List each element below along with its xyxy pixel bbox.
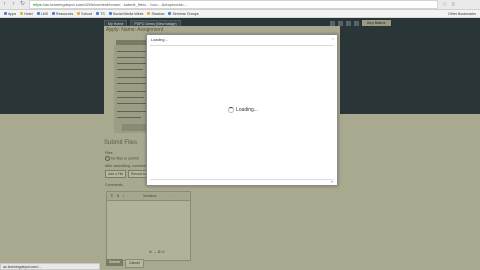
bookmark-item[interactable]: Apps [4, 12, 16, 16]
bookmark-label: Shadow [151, 11, 165, 16]
divider [150, 45, 334, 46]
url-path: ac.learningdepot.com/d2l/le/content/home… [45, 2, 188, 7]
more-icon[interactable]: … [169, 194, 173, 198]
bookmark-label: TS [100, 11, 105, 16]
star-icon[interactable]: ☆ [442, 1, 447, 8]
menu-icon[interactable]: ≡ [451, 2, 455, 8]
dialog-title: Loading... [151, 38, 168, 42]
bookmark-item[interactable]: LMS [36, 11, 48, 16]
url-scheme: https:// [33, 2, 46, 7]
text-line [117, 57, 145, 59]
reload-icon[interactable]: ↻ [18, 0, 27, 9]
bookmark-label: Social Media Week [112, 11, 144, 16]
paragraph-icon[interactable]: ¶ [111, 194, 113, 198]
add-file-button[interactable]: Add a File [105, 170, 127, 178]
loading-text: Loading... [236, 107, 258, 113]
chat-icon[interactable] [346, 20, 351, 26]
submit-button[interactable]: Submit [106, 259, 123, 266]
mail-icon[interactable] [338, 20, 343, 26]
text-line [117, 91, 149, 93]
bookmark-icon [77, 12, 81, 15]
bookmark-item[interactable]: Social Media Week [108, 11, 144, 16]
grid-icon[interactable] [330, 20, 335, 26]
bookmark-label: Seminar Groups [172, 11, 199, 16]
other-bookmarks[interactable]: Other Bookmarks [448, 12, 476, 16]
bookmark-label: Apps [8, 11, 17, 16]
bookmark-icon [4, 12, 7, 15]
bookmark-item[interactable]: Resources [51, 11, 74, 16]
back-icon[interactable]: ‹ [0, 0, 9, 9]
comments-label: Comments [105, 183, 123, 187]
bold-icon[interactable]: B [117, 194, 119, 198]
bookmark-icon [96, 12, 100, 15]
browser-status-bar: ac.learningdepot.com/... [0, 263, 100, 270]
editor-status: ⊕ ↔ ⊠ ⊡ [149, 250, 165, 254]
comments-notice: After submitting, comments [105, 164, 149, 168]
text-line [117, 97, 144, 99]
bookmark-label: Hotel [24, 11, 33, 16]
bell-icon[interactable] [354, 20, 359, 26]
bookmark-item[interactable]: School [77, 12, 92, 16]
text-line [117, 111, 147, 113]
bookmarks-bar: Apps Hotel LMS Resources School TS Social Medi… [0, 10, 480, 18]
italic-icon[interactable]: I [123, 194, 124, 198]
close-icon[interactable]: × [332, 36, 334, 41]
address-bar[interactable]: https://ac.learningdepot.com/d2l/le/cont… [29, 0, 438, 9]
bookmark-item[interactable]: Shadow [147, 12, 164, 16]
text-line [117, 117, 141, 119]
bookmark-item[interactable]: Hotel [20, 11, 33, 16]
divider [150, 179, 334, 180]
forward-icon[interactable]: › [9, 0, 18, 9]
bookmark-icon [20, 12, 24, 15]
bookmark-label: Resources [55, 11, 74, 16]
submit-files-title: Submit Files [104, 140, 138, 146]
bookmark-icon [36, 12, 40, 15]
checkbox-icon [105, 156, 110, 161]
comments-editor[interactable]: ¶ B I Verdana … ⊕ ↔ ⊠ ⊡ [106, 191, 191, 261]
spinner-icon [228, 107, 234, 113]
browser-toolbar: ‹ › ↻ https://ac.learningdepot.com/d2l/l… [0, 0, 480, 10]
bookmark-icon [147, 12, 151, 15]
cancel-button[interactable]: Cancel [125, 259, 144, 268]
files-label: Files [105, 151, 113, 155]
text-line [117, 69, 143, 71]
no-files-text: No files to submit [105, 156, 139, 161]
editor-toolbar: ¶ B I Verdana … [107, 192, 190, 201]
text-line [117, 51, 147, 53]
page-title: Apply: Name: Assignment [106, 27, 164, 33]
font-select[interactable]: Verdana [143, 194, 156, 198]
bookmark-icon [108, 12, 112, 15]
loading-dialog: Loading... × Loading... ▾ [146, 34, 338, 186]
bookmark-item[interactable]: TS [96, 12, 105, 16]
bookmark-label: LMS [40, 11, 48, 16]
bookmark-icon [168, 12, 172, 15]
scroll-arrow-icon[interactable]: ▾ [331, 179, 333, 184]
user-menu[interactable]: Amy Baleror [362, 20, 391, 26]
text-line [117, 83, 146, 85]
bookmark-item[interactable]: Seminar Groups [168, 11, 199, 16]
bookmark-icon [51, 12, 55, 15]
text-line [117, 103, 148, 105]
loading-indicator: Loading... [228, 107, 258, 113]
bookmark-label: School [81, 11, 93, 16]
